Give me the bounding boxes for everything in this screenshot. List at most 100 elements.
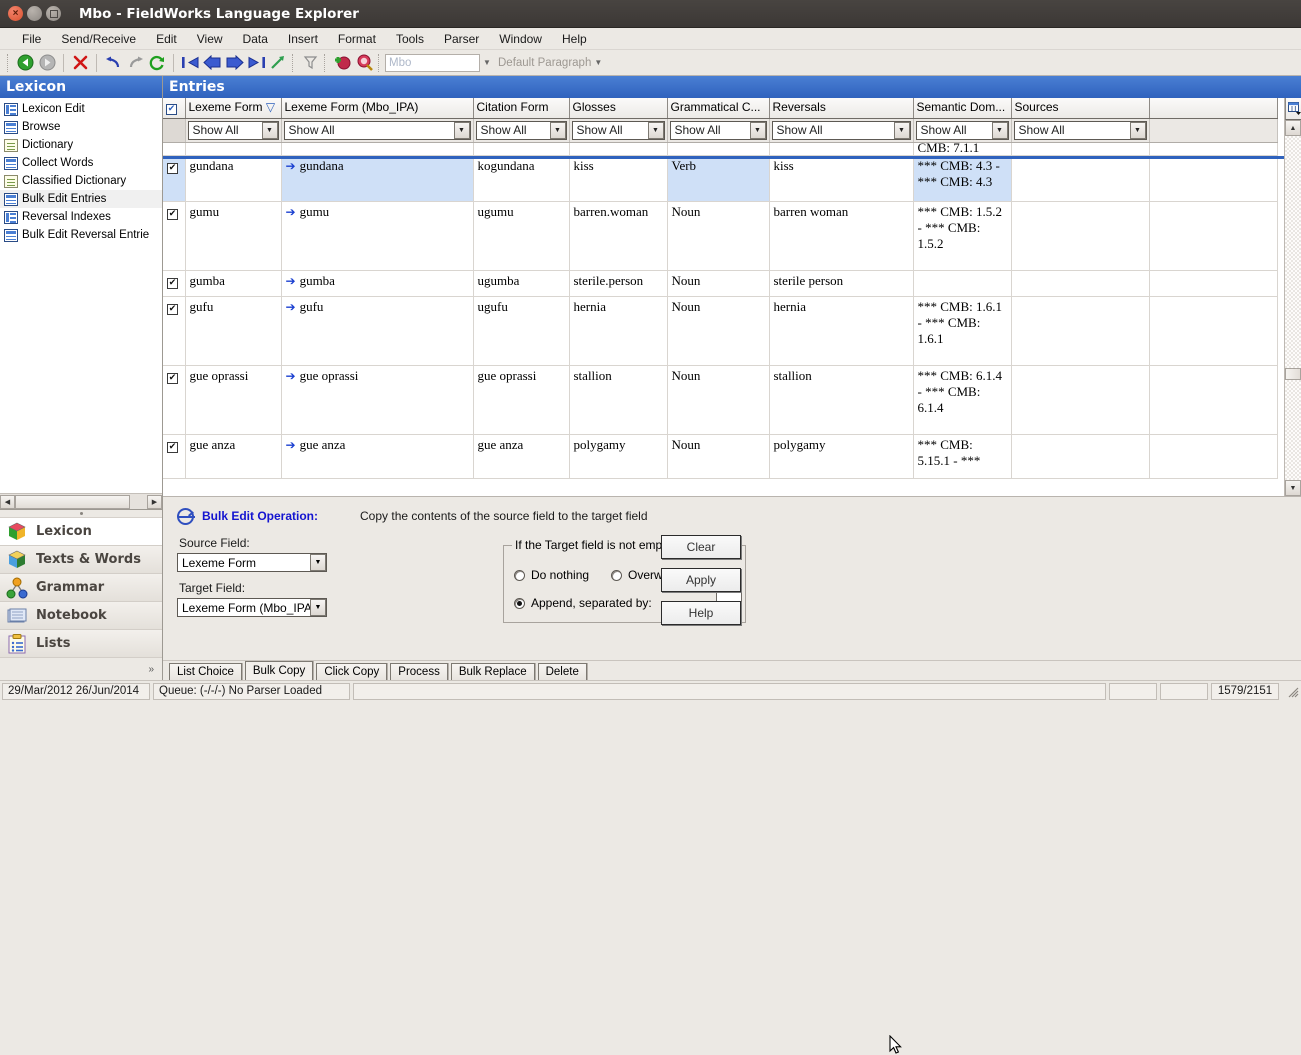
radio-do-nothing[interactable]: Do nothing bbox=[514, 568, 589, 582]
sidebar-item-browse[interactable]: Browse bbox=[0, 118, 162, 136]
style-chevron-down-icon[interactable]: ▼ bbox=[591, 54, 605, 72]
filter-select-grammatical-category[interactable]: Show All ▼ bbox=[669, 120, 767, 140]
help-button[interactable]: Help bbox=[661, 601, 741, 625]
maximize-window-button[interactable] bbox=[46, 6, 61, 21]
table-row[interactable]: ✔ gue anza ➔ gue anza gue anza polygamy N… bbox=[163, 434, 1278, 479]
cell-semantic-domains[interactable]: *** CMB: 1.6.1 - *** CMB: 1.6.1 bbox=[913, 296, 1012, 366]
writing-system-combo[interactable]: Mbo bbox=[385, 53, 480, 72]
cell-sources[interactable] bbox=[1011, 201, 1150, 271]
column-header-lexeme-form[interactable]: Lexeme Form ▽ bbox=[185, 98, 282, 119]
radio-append[interactable]: Append, separated by: bbox=[514, 596, 652, 610]
cell-citation-form[interactable]: gue anza bbox=[473, 434, 570, 479]
toolbar-grip[interactable] bbox=[324, 53, 328, 72]
cell-semantic-domains[interactable]: *** CMB: 1.5.2 - *** CMB: 1.5.2 bbox=[913, 201, 1012, 271]
column-header-semantic-domains[interactable]: Semantic Dom... bbox=[913, 98, 1012, 119]
nav-area-texts-and-words[interactable]: Texts & Words bbox=[0, 546, 162, 574]
column-header-citation-form[interactable]: Citation Form bbox=[473, 98, 570, 119]
column-header-sources[interactable]: Sources bbox=[1011, 98, 1150, 119]
filter-select-semantic-domains[interactable]: Show All ▼ bbox=[915, 120, 1009, 140]
toolbar-grip[interactable] bbox=[292, 53, 296, 72]
tab-delete[interactable]: Delete bbox=[537, 663, 587, 680]
row-checkbox-cell[interactable]: ✔ bbox=[163, 365, 186, 435]
filter-cell-reversals[interactable]: Show All ▼ bbox=[769, 118, 914, 143]
table-row[interactable]: ✔ gumu ➔ gumu ugumu barren.woman Noun bar… bbox=[163, 201, 1278, 271]
row-checkbox[interactable]: ✔ bbox=[167, 162, 178, 174]
tab-click-copy[interactable]: Click Copy bbox=[316, 663, 388, 680]
style-combo-value[interactable]: Default Paragraph bbox=[494, 57, 591, 69]
next-record-icon[interactable] bbox=[223, 52, 245, 74]
filter-select-lexeme-form-ipa[interactable]: Show All ▼ bbox=[283, 120, 471, 140]
cell-citation-form[interactable]: ugufu bbox=[473, 296, 570, 366]
cell-lexeme-form[interactable]: gundana bbox=[185, 155, 282, 202]
cell-semantic-domains[interactable]: *** CMB: 6.1.4 - *** CMB: 6.1.4 bbox=[913, 365, 1012, 435]
cell-reversals[interactable]: stallion bbox=[769, 365, 914, 435]
cell-grammatical-category[interactable]: Noun bbox=[667, 270, 770, 297]
chevron-down-icon[interactable]: ▼ bbox=[549, 121, 566, 139]
scroll-left-icon[interactable]: ◀ bbox=[0, 494, 15, 509]
menu-insert[interactable]: Insert bbox=[278, 30, 328, 48]
cell-citation-form[interactable]: gue oprassi bbox=[473, 365, 570, 435]
filter-cell-semantic-domains[interactable]: Show All ▼ bbox=[913, 118, 1012, 143]
scroll-up-icon[interactable]: ▲ bbox=[1285, 120, 1301, 136]
back-icon[interactable] bbox=[14, 52, 36, 74]
chevron-down-icon[interactable]: ▼ bbox=[310, 599, 326, 616]
cell-citation-form[interactable]: ugumu bbox=[473, 201, 570, 271]
cell-lexeme-form-ipa[interactable]: ➔ gundana bbox=[281, 155, 474, 202]
select-all-header[interactable]: ✔ bbox=[163, 98, 186, 119]
cell-lexeme-form[interactable]: gue anza bbox=[185, 434, 282, 479]
insert-entry-icon[interactable] bbox=[331, 52, 353, 74]
apply-button[interactable]: Apply bbox=[661, 568, 741, 592]
tab-bulk-copy[interactable]: Bulk Copy bbox=[244, 661, 314, 680]
last-record-icon[interactable] bbox=[245, 52, 267, 74]
scroll-down-icon[interactable]: ▼ bbox=[1285, 480, 1301, 496]
entries-vertical-scrollbar[interactable]: ▲ ▼ bbox=[1284, 98, 1301, 496]
cell-glosses[interactable]: stallion bbox=[569, 365, 668, 435]
cell-lexeme-form[interactable] bbox=[185, 142, 282, 156]
refresh-icon[interactable] bbox=[146, 52, 168, 74]
cell-reversals[interactable]: barren woman bbox=[769, 201, 914, 271]
cell-reversals[interactable]: polygamy bbox=[769, 434, 914, 479]
cell-sources[interactable] bbox=[1011, 296, 1150, 366]
cell-semantic-domains[interactable] bbox=[913, 270, 1012, 297]
sidebar-horizontal-scrollbar[interactable]: ◀ ▶ bbox=[0, 493, 162, 509]
minimize-window-button[interactable] bbox=[27, 6, 42, 21]
select-all-checkbox[interactable]: ✔ bbox=[166, 103, 177, 115]
sidebar-item-bulk-edit-entries[interactable]: Bulk Edit Entries bbox=[0, 190, 162, 208]
cell-reversals[interactable]: hernia bbox=[769, 296, 914, 366]
chevron-down-icon[interactable]: ▼ bbox=[647, 121, 664, 139]
radio-button-circle-icon[interactable] bbox=[514, 569, 525, 581]
column-header-reversals[interactable]: Reversals bbox=[769, 98, 914, 119]
column-chooser-icon[interactable] bbox=[1285, 98, 1301, 120]
cell-sources[interactable] bbox=[1011, 365, 1150, 435]
nav-area-grammar[interactable]: Grammar bbox=[0, 574, 162, 602]
cell-grammatical-category[interactable]: Noun bbox=[667, 296, 770, 366]
tab-list-choice[interactable]: List Choice bbox=[169, 663, 242, 680]
filter-select-sources[interactable]: Show All ▼ bbox=[1013, 120, 1147, 140]
filter-cell-lexeme-form-ipa[interactable]: Show All ▼ bbox=[281, 118, 474, 143]
cell-semantic-domains[interactable]: *** CMB: 5.15.1 - *** bbox=[913, 434, 1012, 479]
radio-button-circle-icon[interactable] bbox=[611, 569, 622, 581]
jump-icon[interactable] bbox=[267, 52, 289, 74]
chevron-down-icon[interactable]: ▼ bbox=[261, 121, 278, 139]
cell-lexeme-form-ipa[interactable]: ➔ gue oprassi bbox=[281, 365, 474, 435]
filter-select-reversals[interactable]: Show All ▼ bbox=[771, 120, 911, 140]
cell-lexeme-form[interactable]: gufu bbox=[185, 296, 282, 366]
menu-send-receive[interactable]: Send/Receive bbox=[51, 30, 146, 48]
row-checkbox-cell[interactable]: ✔ bbox=[163, 296, 186, 366]
cell-lexeme-form-ipa[interactable] bbox=[281, 142, 474, 156]
row-checkbox-cell[interactable]: ✔ bbox=[163, 434, 186, 479]
cell-grammatical-category[interactable]: Noun bbox=[667, 365, 770, 435]
cell-sources[interactable] bbox=[1011, 142, 1150, 156]
menu-file[interactable]: File bbox=[12, 30, 51, 48]
menu-parser[interactable]: Parser bbox=[434, 30, 489, 48]
cell-sources[interactable] bbox=[1011, 155, 1150, 202]
menu-help[interactable]: Help bbox=[552, 30, 597, 48]
row-checkbox[interactable]: ✔ bbox=[167, 372, 178, 384]
menu-format[interactable]: Format bbox=[328, 30, 386, 48]
table-row[interactable]: ✔ gufu ➔ gufu ugufu hernia Noun hernia **… bbox=[163, 296, 1278, 366]
cell-sources[interactable] bbox=[1011, 434, 1150, 479]
target-field-select[interactable]: Lexeme Form (Mbo_IPA ▼ bbox=[177, 598, 327, 617]
sidebar-item-collect-words[interactable]: Collect Words bbox=[0, 154, 162, 172]
cell-lexeme-form-ipa[interactable]: ➔ gumba bbox=[281, 270, 474, 297]
sidebar-item-classified-dictionary[interactable]: Classified Dictionary bbox=[0, 172, 162, 190]
